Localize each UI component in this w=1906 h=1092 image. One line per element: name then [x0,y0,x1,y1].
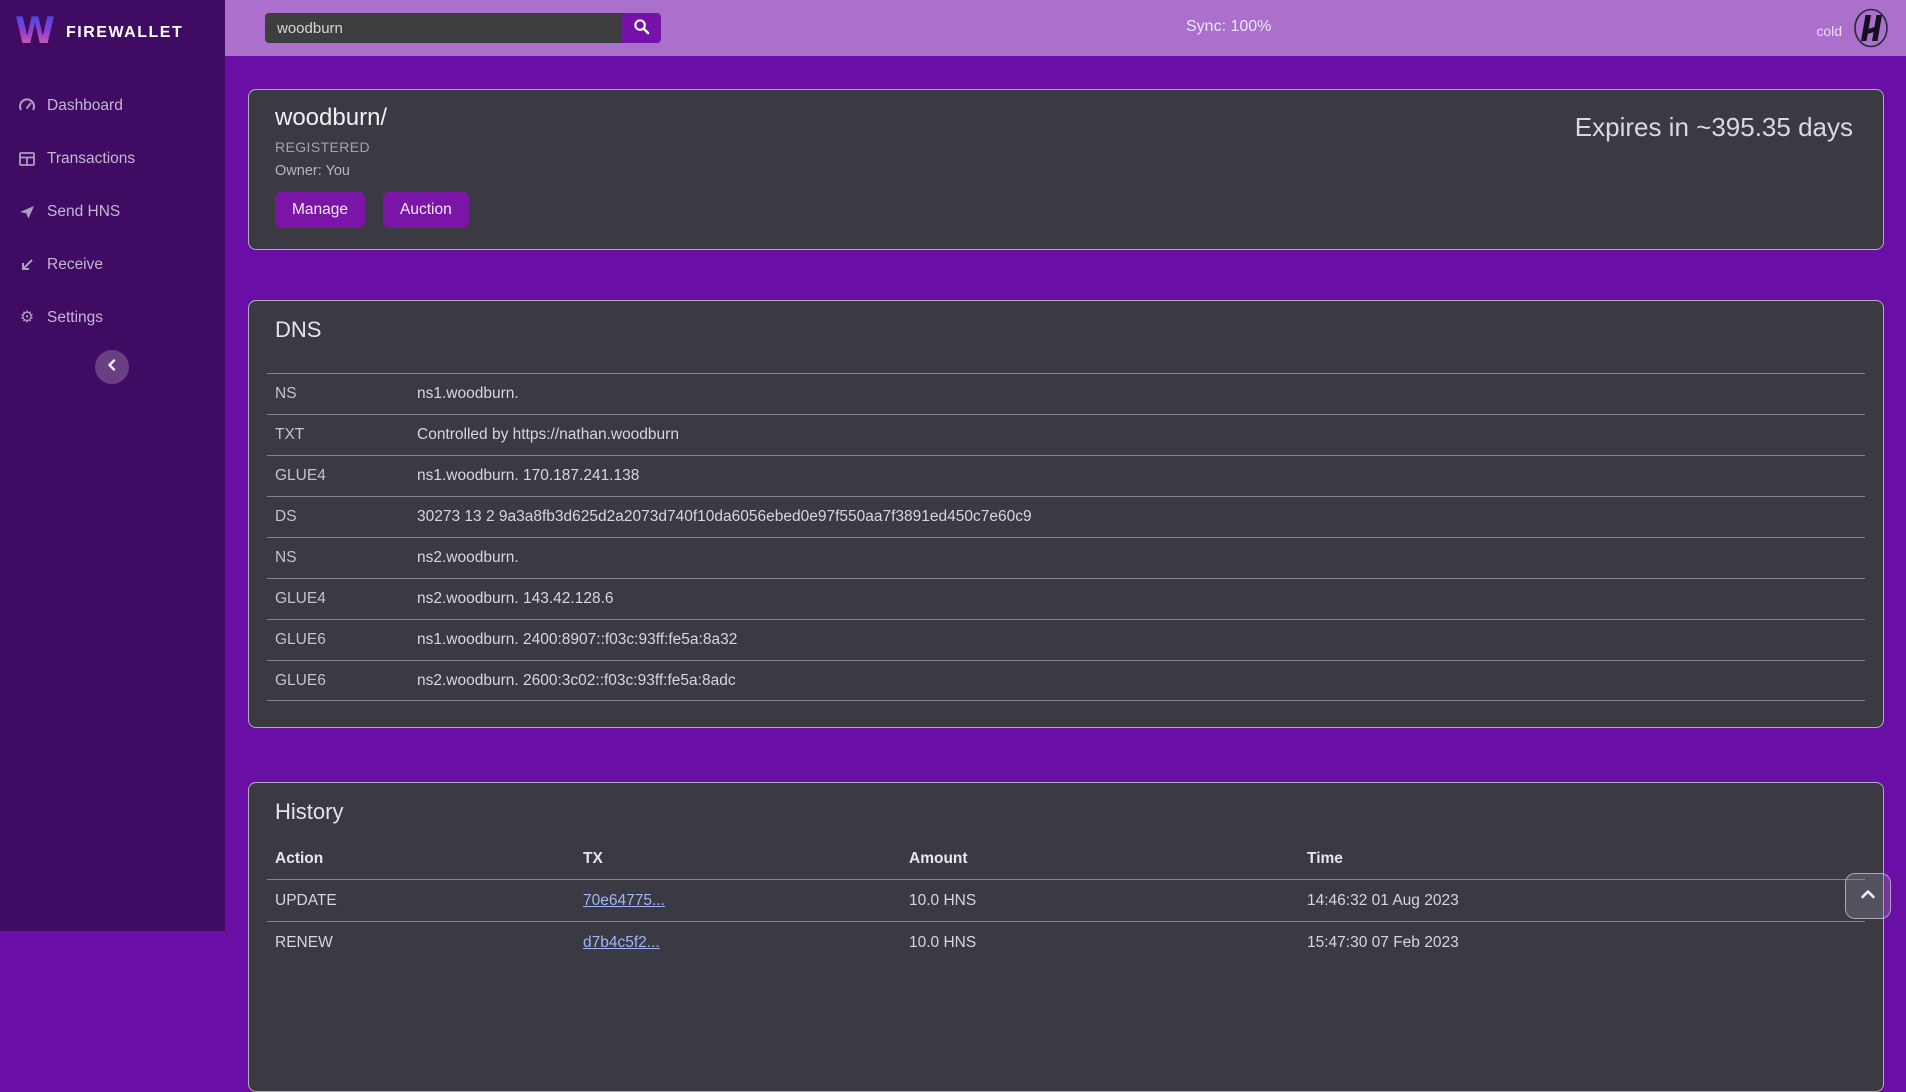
topbar: Sync: 100% cold [225,0,1906,56]
sidebar-item-label: Send HNS [47,203,120,221]
dns-record-type: TXT [275,426,417,444]
history-card: History Action TX Amount Time UPDATE 70e… [248,782,1884,1092]
sidebar-item-dashboard[interactable]: Dashboard [0,86,225,126]
sidebar-collapse-button[interactable] [95,350,129,384]
sidebar-item-label: Dashboard [47,97,123,115]
search-bar [265,13,661,43]
dns-record-type: GLUE6 [275,631,417,649]
search-icon [633,18,650,38]
sidebar-item-send-hns[interactable]: Send HNS [0,192,225,232]
history-title: History [275,799,1883,825]
history-action: UPDATE [275,892,583,910]
svg-text:W: W [16,9,54,51]
domain-owner: Owner: You [275,163,1857,179]
gauge-icon [18,97,36,115]
dns-record-type: GLUE4 [275,467,417,485]
dns-record-row: GLUE6 ns2.woodburn. 2600:3c02::f03c:93ff… [267,660,1865,701]
dns-record-row: TXT Controlled by https://nathan.woodbur… [267,414,1865,455]
dns-record-type: NS [275,385,417,403]
send-icon [18,203,36,221]
tx-link[interactable]: 70e64775... [583,892,665,909]
dns-record-type: GLUE4 [275,590,417,608]
dns-record-row: GLUE4 ns2.woodburn. 143.42.128.6 [267,578,1865,619]
dns-record-value: ns2.woodburn. [417,549,519,567]
chevron-up-icon [1860,887,1876,905]
sidebar-item-settings[interactable]: ⚙ Settings [0,298,225,338]
gear-icon: ⚙ [18,309,36,327]
sidebar: W FIREWALLET Dashboard Transactions Send… [0,0,225,931]
search-button[interactable] [622,13,661,43]
handshake-logo-icon [1852,8,1890,53]
manage-button[interactable]: Manage [275,192,365,228]
brand-name: FIREWALLET [66,24,183,42]
history-action: RENEW [275,934,583,952]
expiry-text: Expires in ~395.35 days [1575,112,1853,143]
column-header-amount: Amount [909,850,1307,868]
history-row: RENEW d7b4c5f2... 10.0 HNS 15:47:30 07 F… [267,921,1865,963]
firewallet-logo-icon: W [16,9,54,56]
dns-record-type: GLUE6 [275,672,417,690]
sync-status: Sync: 100% [1186,18,1271,36]
dns-card: DNS NS ns1.woodburn. TXT Controlled by h… [248,300,1884,728]
auction-button[interactable]: Auction [383,192,469,228]
history-time: 15:47:30 07 Feb 2023 [1307,934,1865,952]
history-header-row: Action TX Amount Time [267,839,1865,879]
dns-title: DNS [275,317,1883,343]
dns-record-row: DS 30273 13 2 9a3a8fb3d625d2a2073d740f10… [267,496,1865,537]
dns-record-value: ns1.woodburn. 170.187.241.138 [417,467,639,485]
history-time: 14:46:32 01 Aug 2023 [1307,892,1865,910]
dns-record-row: GLUE4 ns1.woodburn. 170.187.241.138 [267,455,1865,496]
history-row: UPDATE 70e64775... 10.0 HNS 14:46:32 01 … [267,879,1865,921]
sidebar-item-label: Transactions [47,150,135,168]
tx-link[interactable]: d7b4c5f2... [583,934,660,951]
dns-record-type: NS [275,549,417,567]
dns-table: NS ns1.woodburn. TXT Controlled by https… [267,373,1865,701]
history-amount: 10.0 HNS [909,934,1307,952]
history-table: Action TX Amount Time UPDATE 70e64775...… [267,839,1865,963]
sidebar-nav: Dashboard Transactions Send HNS Receive … [0,86,225,338]
search-input[interactable] [265,13,622,43]
sidebar-item-label: Settings [47,309,103,327]
dns-record-value: ns1.woodburn. 2400:8907::f03c:93ff:fe5a:… [417,631,737,649]
dns-record-value: 30273 13 2 9a3a8fb3d625d2a2073d740f10da6… [417,508,1032,526]
dns-record-row: GLUE6 ns1.woodburn. 2400:8907::f03c:93ff… [267,619,1865,660]
receive-icon [18,256,36,274]
scroll-to-top-button[interactable] [1845,873,1891,919]
chevron-left-icon [106,358,118,376]
sidebar-item-transactions[interactable]: Transactions [0,139,225,179]
table-icon [18,150,36,168]
dns-record-value: ns1.woodburn. [417,385,519,403]
column-header-action: Action [275,850,583,868]
brand[interactable]: W FIREWALLET [0,0,225,56]
sidebar-item-receive[interactable]: Receive [0,245,225,285]
history-amount: 10.0 HNS [909,892,1307,910]
dns-record-value: ns2.woodburn. 2600:3c02::f03c:93ff:fe5a:… [417,672,736,690]
column-header-time: Time [1307,850,1865,868]
dns-record-row: NS ns1.woodburn. [267,373,1865,414]
column-header-tx: TX [583,850,909,868]
sidebar-item-label: Receive [47,256,103,274]
dns-record-row: NS ns2.woodburn. [267,537,1865,578]
wallet-name: cold [1816,23,1842,39]
dns-record-type: DS [275,508,417,526]
wallet-area[interactable]: cold [1816,8,1890,53]
domain-card: woodburn/ REGISTERED Owner: You Manage A… [248,89,1884,250]
dns-record-value: ns2.woodburn. 143.42.128.6 [417,590,614,608]
dns-record-value: Controlled by https://nathan.woodburn [417,426,679,444]
